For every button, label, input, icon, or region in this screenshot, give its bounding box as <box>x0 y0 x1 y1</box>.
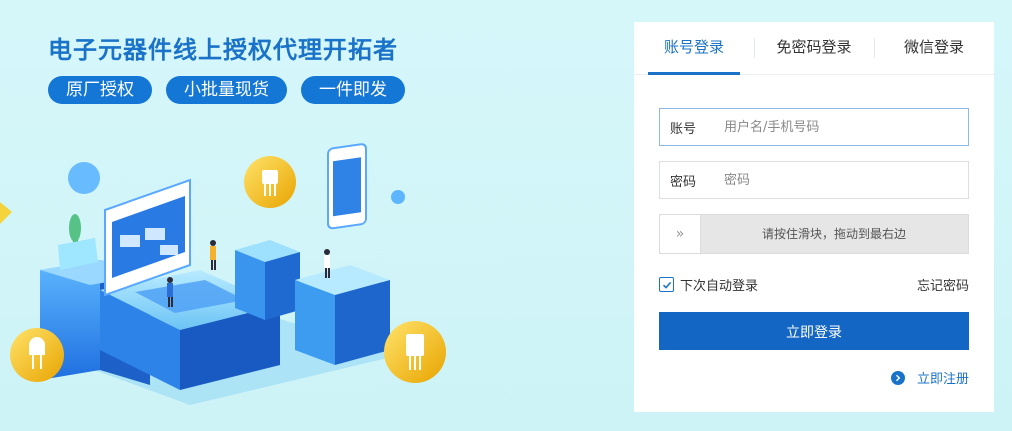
chevron-right-circle-icon <box>890 370 905 385</box>
banner-headline: 电子元器件线上授权代理开拓者 <box>48 36 398 64</box>
banner-pills: 原厂授权 小批量现货 一件即发 <box>48 76 405 104</box>
remember-me[interactable]: 下次自动登录 <box>659 275 758 294</box>
pill-small-batch: 小批量现货 <box>166 76 287 104</box>
slider-hint: 请按住滑块，拖动到最右边 <box>761 227 906 241</box>
register-label: 立即注册 <box>916 372 969 387</box>
tab-wechat-login[interactable]: 微信登录 <box>874 22 994 74</box>
tab-divider <box>754 38 755 58</box>
slider-captcha: » 请按住滑块，拖动到最右边 <box>659 214 969 254</box>
account-label: 账号 <box>670 121 697 137</box>
slider-arrows-icon: » <box>675 226 685 242</box>
forgot-password-link[interactable]: 忘记密码 <box>917 275 969 294</box>
account-input[interactable] <box>712 111 968 143</box>
pill-ship-one: 一件即发 <box>301 76 405 104</box>
pill-authorized: 原厂授权 <box>48 76 152 104</box>
tab-divider <box>874 38 875 58</box>
tab-account-login[interactable]: 账号登录 <box>634 22 754 75</box>
remember-checkbox[interactable] <box>659 277 674 292</box>
login-panel: 账号登录 免密码登录 微信登录 账号 密码 » 请按住滑块，拖动到最右边 下次自… <box>634 22 994 412</box>
slider-handle[interactable]: » <box>660 215 701 253</box>
tab-passwordless-login[interactable]: 免密码登录 <box>754 22 874 74</box>
register-link[interactable]: 立即注册 <box>890 368 969 387</box>
checkmark-icon <box>662 281 671 289</box>
login-tabs: 账号登录 免密码登录 微信登录 <box>634 22 994 75</box>
password-label: 密码 <box>670 174 697 190</box>
password-input[interactable] <box>712 164 968 196</box>
account-field: 账号 <box>659 108 969 146</box>
login-button[interactable]: 立即登录 <box>659 312 969 350</box>
remember-label: 下次自动登录 <box>680 279 759 294</box>
banner-illustration <box>0 143 446 405</box>
password-field: 密码 <box>659 161 969 199</box>
